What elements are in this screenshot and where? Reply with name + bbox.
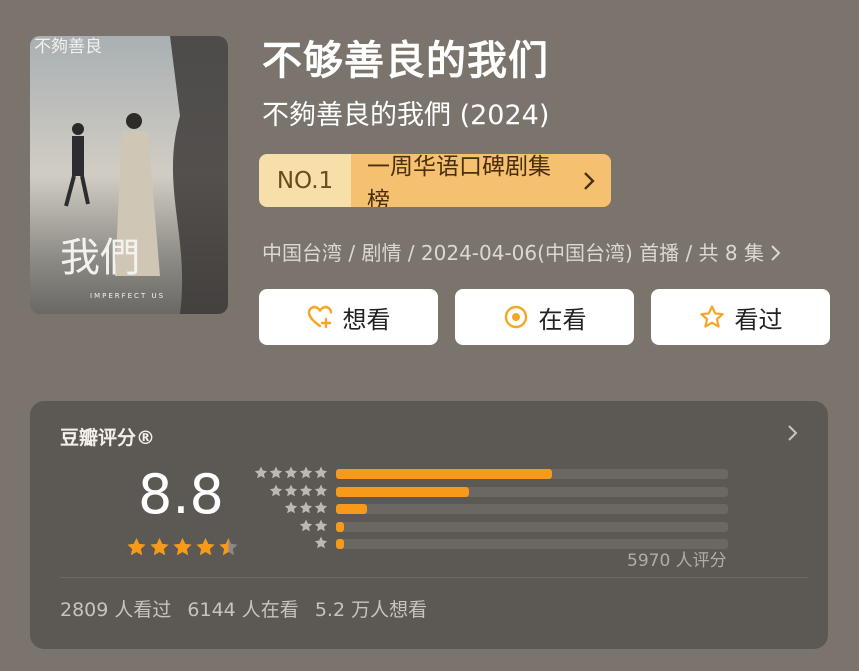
poster-artwork: 不夠善良 我們 IMPERFECT US: [30, 36, 228, 314]
star-icon: [254, 466, 268, 479]
rating-bar: [336, 504, 368, 514]
rating-row-stars: [254, 466, 328, 480]
ranking-badge[interactable]: NO.1 一周华语口碑剧集榜: [259, 154, 611, 207]
chevron-right-icon: [584, 171, 595, 190]
watching-label: 在看: [538, 305, 587, 334]
rating-bar: [336, 539, 344, 549]
rating-bar-track: [336, 486, 728, 497]
douban-rating-card[interactable]: 豆瓣评分® 8.8 5970 人评分 2809 人看过 6144 人在看 5.2…: [30, 401, 828, 649]
wishlist-count[interactable]: 5.2 万人想看: [315, 595, 427, 622]
rating-row-4-star: [252, 483, 732, 499]
chevron-right-icon[interactable]: [786, 421, 800, 445]
action-buttons: 想看 在看 看过: [259, 289, 830, 345]
rating-bar-track: [336, 469, 728, 479]
rating-row-stars: [314, 536, 328, 550]
star-icon: [196, 538, 215, 556]
star-icon: [219, 538, 238, 556]
rating-stars: [126, 537, 239, 558]
rating-row-stars: [284, 501, 328, 515]
rating-score: 8.8: [138, 463, 224, 526]
rating-bar: [336, 486, 470, 497]
want-to-watch-button[interactable]: 想看: [259, 289, 438, 345]
star-icon: [314, 466, 328, 479]
watched-button[interactable]: 看过: [651, 289, 830, 345]
star-icon: [127, 538, 146, 556]
rating-row-stars: [299, 519, 328, 533]
rating-count: 5970 人评分: [627, 551, 727, 571]
chevron-right-icon: [771, 245, 781, 261]
rating-bar: [336, 521, 344, 532]
want-to-watch-label: 想看: [342, 305, 391, 334]
rating-row-5-star: [252, 465, 732, 481]
poster-english-title: IMPERFECT US: [90, 292, 165, 300]
watching-count[interactable]: 6144 人在看: [187, 595, 298, 622]
target-icon: [503, 304, 529, 330]
star-icon: [299, 466, 313, 479]
rating-bar: [336, 469, 552, 479]
rank-list-name: 一周华语口碑剧集榜: [367, 154, 551, 207]
poster-calligraphy-bottom: 我們: [60, 235, 140, 281]
poster-image[interactable]: 不夠善良 我們 IMPERFECT US: [30, 36, 228, 314]
rank-list: 一周华语口碑剧集榜: [351, 154, 611, 207]
star-icon: [299, 519, 313, 531]
meta-text: 中国台湾 / 剧情 / 2024-04-06(中国台湾) 首播 / 共 8 集: [262, 241, 764, 265]
watched-label: 看过: [734, 305, 783, 334]
poster-calligraphy-top: 不夠善良: [34, 37, 102, 57]
rating-row-2-star: [252, 518, 732, 534]
heart-plus-icon: [307, 304, 333, 330]
star-icon: [269, 466, 283, 479]
divider: [60, 577, 808, 578]
star-icon: [314, 501, 328, 514]
star-icon: [314, 484, 328, 496]
star-icon: [284, 484, 298, 496]
original-title: 不夠善良的我們 (2024): [262, 100, 550, 131]
star-icon: [269, 484, 283, 496]
page-title: 不够善良的我们: [262, 38, 549, 84]
rating-heading: 豆瓣评分®: [60, 427, 156, 449]
rank-number: NO.1: [259, 154, 351, 207]
rating-bar-track: [336, 521, 728, 532]
star-icon: [150, 538, 169, 556]
rating-row-stars: [269, 484, 328, 498]
audience-stats: 2809 人看过 6144 人在看 5.2 万人想看: [60, 595, 427, 622]
star-icon: [314, 536, 328, 549]
watched-count[interactable]: 2809 人看过: [60, 595, 171, 622]
star-icon: [314, 519, 328, 531]
star-icon: [284, 501, 298, 514]
star-outline-icon: [699, 304, 725, 330]
star-icon: [299, 484, 313, 496]
star-icon: [284, 466, 298, 479]
rating-bar-track: [336, 504, 728, 514]
rating-row-3-star: [252, 500, 732, 516]
show-meta[interactable]: 中国台湾 / 剧情 / 2024-04-06(中国台湾) 首播 / 共 8 集: [262, 238, 782, 268]
star-icon: [173, 538, 192, 556]
star-icon: [299, 501, 313, 514]
watching-button[interactable]: 在看: [455, 289, 634, 345]
